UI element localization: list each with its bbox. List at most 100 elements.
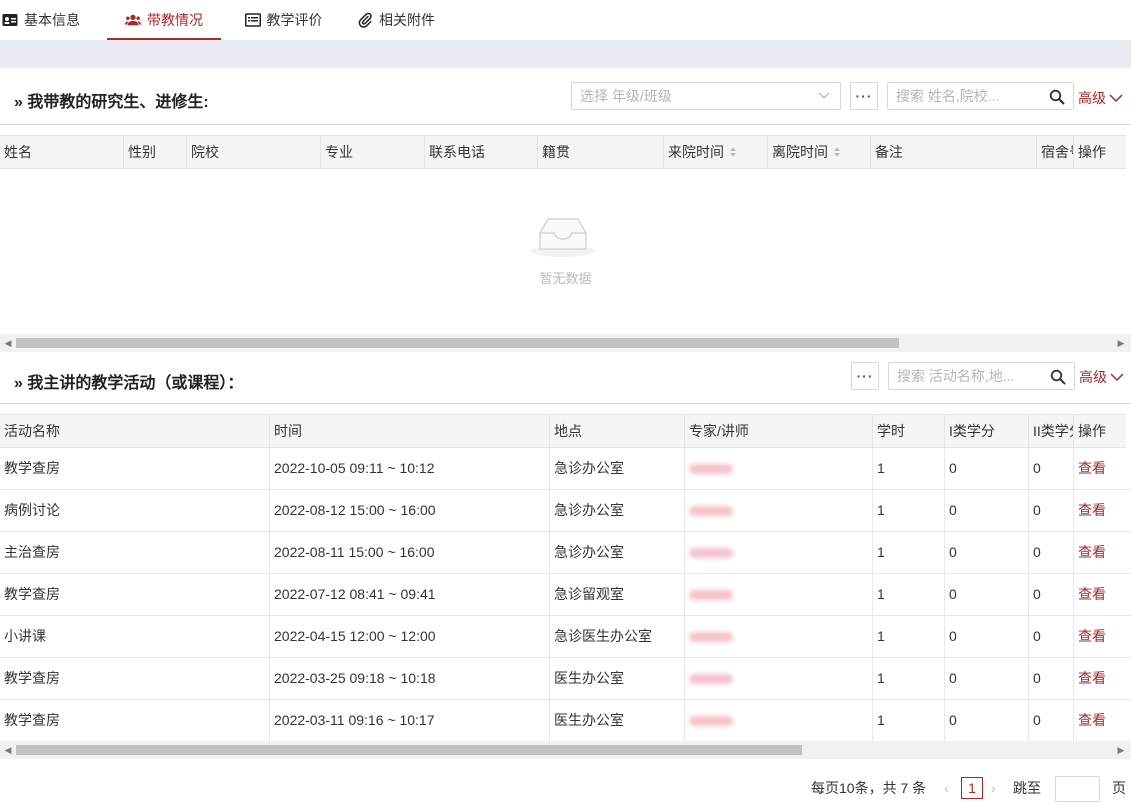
column-header: 专家/讲师 [685,415,873,447]
more-button[interactable]: ··· [850,82,878,110]
redacted-name [689,674,733,685]
cell-time: 2022-03-25 09:18 ~ 10:18 [270,658,550,699]
page-suffix-label: 页 [1112,780,1126,796]
table-row[interactable]: 教学查房 2022-03-11 09:16 ~ 10:17 医生办公室 1 0 … [0,700,1131,742]
column-header-label: 离院时间 [772,144,828,160]
section-title-activities: » 我主讲的教学活动（或课程）： [14,375,244,392]
chevron-down-icon [1110,373,1124,382]
scroll-left-arrow-icon[interactable]: ◀ [3,745,13,755]
cell-hours: 1 [873,490,945,531]
grade-class-select[interactable]: 选择 年级/班级 [571,82,841,110]
column-header: 操作 [1078,144,1106,160]
tab-basic-info[interactable]: 基本信息 [0,0,107,40]
table-row[interactable]: 教学查房 2022-03-25 09:18 ~ 10:18 医生办公室 1 0 … [0,658,1131,700]
chevron-down-icon [1109,94,1123,103]
cell-activity-name: 教学查房 [0,448,270,489]
cell-class2-credit: 0 [1029,490,1074,531]
cell-time: 2022-08-12 15:00 ~ 16:00 [270,490,550,531]
scrollbar-thumb[interactable] [16,338,899,348]
redacted-name [689,632,733,643]
cell-place: 医生办公室 [550,700,685,741]
cell-lecturer [685,700,873,741]
column-header: 姓名 [0,136,124,168]
cell-class1-credit: 0 [945,532,1029,573]
student-table-scrollbar[interactable]: ◀ ▶ [0,334,1131,352]
tab-label: 带教情况 [147,12,203,28]
cell-hours: 1 [873,574,945,615]
empty-state-text: 暂无数据 [539,271,592,286]
view-link[interactable]: 查看 [1074,658,1126,699]
tab-teaching-status[interactable]: 带教情况 [107,0,221,40]
view-link[interactable]: 查看 [1074,574,1126,615]
cell-hours: 1 [873,700,945,741]
table-row[interactable]: 教学查房 2022-07-12 08:41 ~ 09:41 急诊留观室 1 0 … [0,574,1131,616]
scroll-right-arrow-icon[interactable]: ▶ [1116,338,1126,348]
cell-hours: 1 [873,448,945,489]
cell-lecturer [685,658,873,699]
cell-class2-credit: 0 [1029,616,1074,657]
cell-class2-credit: 0 [1029,700,1074,741]
jump-page-input[interactable] [1055,776,1100,802]
view-link[interactable]: 查看 [1074,490,1126,531]
column-header: 联系电话 [425,136,538,168]
cell-activity-name: 小讲课 [0,616,270,657]
sort-icon[interactable] [729,146,737,158]
cell-time: 2022-04-15 12:00 ~ 12:00 [270,616,550,657]
column-header: 备注 [871,136,1037,168]
tab-teaching-evaluation[interactable]: 教学评价 [221,0,346,40]
next-page-icon[interactable]: › [991,777,996,799]
cell-place: 医生办公室 [550,658,685,699]
paperclip-icon [357,12,373,28]
jump-label: 跳至 [1013,780,1041,796]
view-link[interactable]: 查看 [1074,700,1126,741]
tab-attachments[interactable]: 相关附件 [346,0,446,40]
advanced-label: 高级 [1079,369,1107,385]
column-header: II类学分 [1029,415,1074,447]
table-row[interactable]: 小讲课 2022-04-15 12:00 ~ 12:00 急诊医生办公室 1 0… [0,616,1131,658]
activity-search-input[interactable]: 搜索 活动名称,地... [888,362,1075,390]
search-placeholder: 搜索 活动名称,地... [897,368,1015,384]
table-row[interactable]: 病例讨论 2022-08-12 15:00 ~ 16:00 急诊办公室 1 0 … [0,490,1131,532]
section-divider [0,124,1131,125]
search-icon[interactable] [1050,369,1066,385]
redacted-name [689,548,733,559]
empty-inbox-icon [531,218,595,257]
student-search-input[interactable]: 搜索 姓名,院校... [887,82,1074,110]
tab-label: 教学评价 [266,12,323,28]
cell-class1-credit: 0 [945,448,1029,489]
column-header: 专业 [321,136,425,168]
divider-band [0,40,1131,68]
table-row[interactable]: 主治查房 2022-08-11 15:00 ~ 16:00 急诊办公室 1 0 … [0,532,1131,574]
prev-page-icon[interactable]: ‹ [944,777,949,799]
sortable-column-header[interactable]: 来院时间 [664,136,768,168]
select-placeholder: 选择 年级/班级 [580,88,672,104]
view-link[interactable]: 查看 [1074,532,1126,573]
column-header: 宿舍号 [1037,136,1074,168]
sortable-column-header[interactable]: 离院时间 [768,136,871,168]
view-link[interactable]: 查看 [1074,616,1126,657]
tab-label: 相关附件 [379,12,435,28]
more-button[interactable]: ··· [851,362,879,390]
redacted-name [689,590,733,601]
page-number-current[interactable]: 1 [961,777,983,799]
cell-lecturer [685,490,873,531]
cell-activity-name: 教学查房 [0,658,270,699]
pagination-summary: 每页10条，共 7 条 [811,780,927,796]
scroll-left-arrow-icon[interactable]: ◀ [3,338,13,348]
scrollbar-thumb[interactable] [16,745,802,755]
scroll-right-arrow-icon[interactable]: ▶ [1116,745,1126,755]
activity-table-scrollbar[interactable]: ◀ ▶ [0,741,1131,759]
sort-icon[interactable] [833,146,841,158]
cell-place: 急诊办公室 [550,532,685,573]
cell-class1-credit: 0 [945,616,1029,657]
table-row[interactable]: 教学查房 2022-10-05 09:11 ~ 10:12 急诊办公室 1 0 … [0,448,1131,490]
cell-lecturer [685,574,873,615]
column-header: 籍贯 [538,136,664,168]
search-icon[interactable] [1049,89,1065,105]
column-header: 院校 [187,136,321,168]
cell-hours: 1 [873,658,945,699]
advanced-search-toggle[interactable]: 高级 [1079,367,1124,387]
view-link[interactable]: 查看 [1074,448,1126,489]
activity-table-header: 活动名称 时间 地点 专家/讲师 学时 I类学分 II类学分 操作 [0,414,1126,448]
advanced-search-toggle[interactable]: 高级 [1078,88,1123,108]
